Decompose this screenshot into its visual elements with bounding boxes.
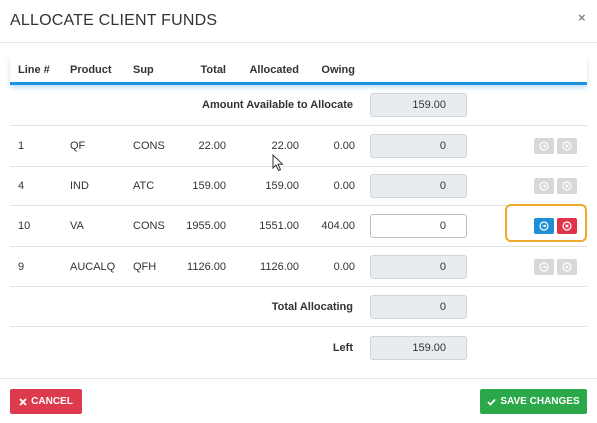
- row-owing: 404.00: [321, 220, 355, 232]
- allocate-button[interactable]: [534, 178, 554, 194]
- row-line: 10: [18, 220, 31, 232]
- check-icon: [487, 398, 497, 406]
- available-field: 159.00: [370, 93, 467, 117]
- close-icon[interactable]: ×: [578, 10, 586, 25]
- col-allocated: Allocated: [249, 64, 299, 76]
- row-allocated: 22.00: [271, 140, 299, 152]
- row-owing: 0.00: [333, 180, 355, 192]
- col-owing: Owing: [321, 64, 355, 76]
- arrow-circle-icon: [539, 262, 549, 272]
- row-owing: 0.00: [333, 140, 355, 152]
- total-allocating-field: 0: [370, 295, 467, 319]
- row-line: 4: [18, 180, 25, 192]
- available-label: Amount Available to Allocate: [202, 99, 353, 111]
- row-allocated: 1551.00: [259, 220, 299, 232]
- row-sup: ATC: [133, 180, 155, 192]
- allocation-input: 0: [370, 255, 467, 279]
- total-allocating-row: Total Allocating 0: [10, 287, 587, 327]
- arrow-circle-icon: [539, 141, 549, 151]
- row-total: 22.00: [198, 140, 226, 152]
- col-sup: Sup: [133, 64, 154, 76]
- row-total: 1955.00: [186, 220, 226, 232]
- row-owing: 0.00: [333, 261, 355, 273]
- row-line: 9: [18, 261, 25, 273]
- row-sup: QFH: [133, 261, 157, 273]
- save-changes-button[interactable]: SAVE CHANGES: [480, 389, 587, 414]
- times-icon: [19, 397, 27, 406]
- allocation-input: 0: [370, 174, 467, 198]
- arrow-circle-icon: [539, 181, 549, 191]
- available-row: Amount Available to Allocate 159.00: [10, 85, 587, 126]
- clear-button[interactable]: [557, 259, 577, 275]
- row-sup: CONS: [133, 140, 165, 152]
- left-row: Left 159.00: [10, 327, 587, 367]
- row-product: VA: [70, 220, 84, 232]
- highlight-box: [505, 204, 587, 242]
- left-label: Left: [332, 342, 353, 354]
- row-product: QF: [70, 140, 86, 152]
- col-total: Total: [200, 64, 226, 76]
- total-allocating-label: Total Allocating: [271, 301, 353, 313]
- cancel-button[interactable]: CANCEL: [10, 389, 82, 414]
- table-header: Line # Product Sup Total Allocated Owing: [10, 55, 587, 85]
- row-line: 1: [18, 140, 25, 152]
- x-circle-icon: [562, 141, 572, 151]
- cancel-label: CANCEL: [31, 396, 73, 407]
- allocate-button[interactable]: [534, 259, 554, 275]
- modal-title: ALLOCATE CLIENT FUNDS: [10, 12, 218, 29]
- col-product: Product: [70, 64, 112, 76]
- x-circle-icon: [562, 181, 572, 191]
- table-row: 4 IND ATC 159.00 159.00 0.00 0: [10, 167, 587, 206]
- clear-button[interactable]: [557, 138, 577, 154]
- save-label: SAVE CHANGES: [500, 396, 580, 407]
- row-sup: CONS: [133, 220, 165, 232]
- allocation-input[interactable]: 0: [370, 214, 467, 238]
- allocation-input: 0: [370, 134, 467, 158]
- table-row: 10 VA CONS 1955.00 1551.00 404.00 0: [10, 206, 587, 247]
- clear-button[interactable]: [557, 178, 577, 194]
- row-allocated: 1126.00: [260, 261, 299, 273]
- x-circle-icon: [562, 262, 572, 272]
- row-product: AUCALQ: [70, 261, 116, 273]
- row-allocated: 159.00: [265, 180, 299, 192]
- row-total: 1126.00: [187, 261, 226, 273]
- table-row: 9 AUCALQ QFH 1126.00 1126.00 0.00 0: [10, 247, 587, 287]
- col-line: Line #: [18, 64, 50, 76]
- mouse-cursor-icon: [272, 154, 284, 172]
- allocate-button[interactable]: [534, 138, 554, 154]
- row-product: IND: [70, 180, 89, 192]
- modal-header: ALLOCATE CLIENT FUNDS ×: [0, 0, 597, 43]
- table-row: 1 QF CONS 22.00 22.00 0.00 0: [10, 126, 587, 167]
- row-total: 159.00: [192, 180, 226, 192]
- left-field: 159.00: [370, 336, 467, 360]
